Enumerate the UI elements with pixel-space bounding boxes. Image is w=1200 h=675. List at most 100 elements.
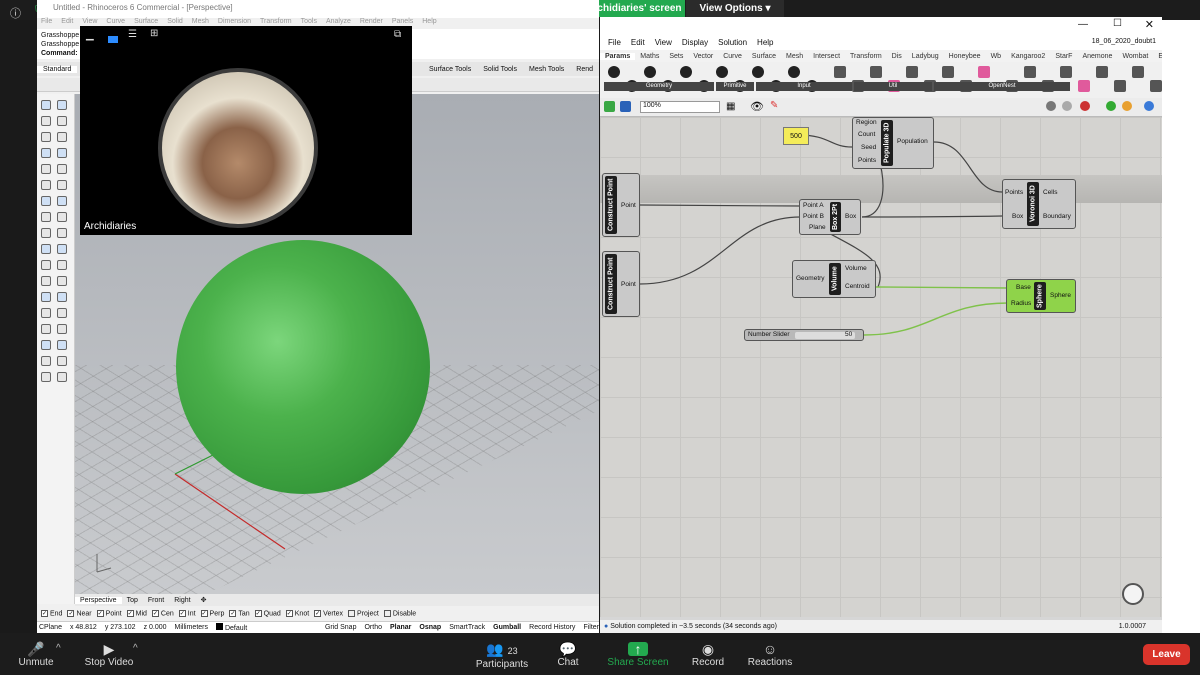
record-history-toggle[interactable]: Record History <box>529 624 575 631</box>
gh-tab[interactable]: Anemone <box>1077 53 1117 60</box>
construct-point-node-1[interactable]: Construct Point Point <box>602 173 640 237</box>
viewport-tab-right[interactable]: Right <box>169 597 195 604</box>
filter-toggle[interactable]: Filter <box>583 624 599 631</box>
component-icon[interactable] <box>608 66 620 78</box>
planar-toggle[interactable]: Planar <box>390 624 411 631</box>
volume-node[interactable]: Geometry Volume Volume Centroid <box>792 260 876 298</box>
osnap-option[interactable]: ✓ End <box>41 610 62 618</box>
gh-tab[interactable]: Transform <box>845 53 887 60</box>
eye-icon[interactable]: 👁 <box>750 100 764 113</box>
preview-red-icon[interactable] <box>1080 101 1090 113</box>
gh-tab[interactable]: Curve <box>718 53 747 60</box>
osnap-option[interactable]: ✓ Cen <box>151 610 174 618</box>
category-primitive[interactable]: Primitive <box>716 82 754 91</box>
gh-menu-item[interactable]: Edit <box>631 38 645 47</box>
viewport-tab-front[interactable]: Front <box>143 597 169 604</box>
tab-standard[interactable]: Standard <box>37 65 78 73</box>
tool-icon[interactable] <box>57 260 67 270</box>
component-icon[interactable] <box>1060 66 1072 78</box>
tool-icon[interactable] <box>41 212 51 222</box>
osnap-toggle[interactable]: Osnap <box>419 624 441 631</box>
osnap-option[interactable]: Disable <box>383 610 416 618</box>
osnap-checkbox[interactable]: ✓ <box>96 610 104 618</box>
reactions-button[interactable]: ☺ Reactions <box>735 641 805 668</box>
gh-menu-item[interactable]: Solution <box>718 38 747 47</box>
category-util[interactable]: Util <box>854 82 932 91</box>
osnap-checkbox[interactable] <box>383 610 391 618</box>
tool-icon[interactable] <box>57 100 67 110</box>
osnap-option[interactable]: ✓ Point <box>96 610 122 618</box>
gh-tab[interactable]: Honeybee <box>944 53 986 60</box>
info-icon[interactable]: ⓘ <box>10 5 21 21</box>
gh-menu-item[interactable]: File <box>608 38 621 47</box>
gh-tab[interactable]: Wombat <box>1117 53 1153 60</box>
tool-icon[interactable] <box>57 164 67 174</box>
osnap-option[interactable]: ✓ Knot <box>285 610 309 618</box>
sketch-icon[interactable]: ✎ <box>770 100 778 111</box>
gallery-view-icon[interactable]: ⊞ <box>150 28 158 39</box>
osnap-checkbox[interactable]: ✓ <box>178 610 186 618</box>
component-icon[interactable] <box>788 66 800 78</box>
zoom-compass-icon[interactable] <box>1122 583 1144 605</box>
zoom-select[interactable]: 100% <box>640 101 720 113</box>
osnap-checkbox[interactable]: ✓ <box>229 610 237 618</box>
component-icon[interactable] <box>680 66 692 78</box>
camera-window[interactable]: ▁ ☰ ⊞ ⧉ Archidiaries <box>80 26 412 235</box>
category-input[interactable]: Input <box>756 82 852 91</box>
tool-icon[interactable] <box>41 292 51 302</box>
tool-icon[interactable] <box>41 324 51 334</box>
component-icon[interactable] <box>870 66 882 78</box>
tool-icon[interactable] <box>57 308 67 318</box>
component-icon[interactable] <box>1024 66 1036 78</box>
populate-3d-node[interactable]: Region Count Seed Points Populate 3D Pop… <box>852 117 934 169</box>
cplane-label[interactable]: CPlane <box>39 624 62 631</box>
sphere-node[interactable]: Base Radius Sphere Sphere <box>1006 279 1076 313</box>
audio-options-icon[interactable]: ^ <box>56 643 61 654</box>
osnap-checkbox[interactable] <box>348 610 356 618</box>
tool-icon[interactable] <box>41 244 51 254</box>
viewport-tab-perspective[interactable]: Perspective <box>75 596 122 604</box>
tool-icon[interactable] <box>57 196 67 206</box>
grid-snap-toggle[interactable]: Grid Snap <box>325 624 357 631</box>
gh-tab[interactable]: Sets <box>664 53 688 60</box>
tool-icon[interactable] <box>41 340 51 350</box>
osnap-option[interactable]: ✓ Near <box>67 610 92 618</box>
tool-icon[interactable] <box>41 164 51 174</box>
box-2pt-node[interactable]: Point A Point B Plane Box 2Pt Box <box>799 199 861 235</box>
participants-button[interactable]: 👥 23 Participants <box>467 641 537 670</box>
share-screen-button[interactable]: ↑ Share Screen <box>603 641 673 668</box>
osnap-checkbox[interactable]: ✓ <box>126 610 134 618</box>
tool-icon[interactable] <box>57 292 67 302</box>
osnap-option[interactable]: Project <box>348 610 379 618</box>
gh-menu-item[interactable]: Display <box>682 38 708 47</box>
construct-point-node-2[interactable]: Construct Point Point <box>602 251 640 317</box>
tab-mesh-tools[interactable]: Mesh Tools <box>523 66 570 73</box>
gumball-toggle[interactable]: Gumball <box>493 624 521 631</box>
osnap-checkbox[interactable]: ✓ <box>41 610 48 618</box>
save-file-icon[interactable] <box>620 101 631 112</box>
osnap-option[interactable]: ✓ Vertex <box>314 610 343 618</box>
rhino-menu-item[interactable]: File <box>41 18 52 29</box>
tool-icon[interactable] <box>41 356 51 366</box>
component-icon[interactable] <box>942 66 954 78</box>
tool-icon[interactable] <box>57 340 67 350</box>
minimize-icon[interactable]: ▁ <box>86 30 94 41</box>
tool-icon[interactable] <box>41 276 51 286</box>
gh-menu-item[interactable]: Help <box>757 38 773 47</box>
osnap-option[interactable]: ✓ Int <box>178 610 196 618</box>
gh-tab[interactable]: Mesh <box>781 53 808 60</box>
gh-tab[interactable]: Intersect <box>808 53 845 60</box>
exit-minimize-icon[interactable]: ⧉ <box>394 29 401 40</box>
tool-icon[interactable] <box>41 308 51 318</box>
units-label[interactable]: Millimeters <box>175 624 208 631</box>
record-button[interactable]: ◉ Record <box>673 641 743 668</box>
component-icon[interactable] <box>716 66 728 78</box>
tool-icon[interactable] <box>57 244 67 254</box>
tool-icon[interactable] <box>57 356 67 366</box>
gh-canvas[interactable]: 500 Region Count Seed Points Populate 3D… <box>600 117 1162 617</box>
rhino-menu-item[interactable]: Help <box>422 18 436 29</box>
gh-tab[interactable]: Surface <box>747 53 781 60</box>
panel-count[interactable]: 500 <box>783 127 809 145</box>
view-options-button[interactable]: View Options ▾ <box>686 0 784 17</box>
layer-indicator[interactable]: Default <box>216 623 247 632</box>
